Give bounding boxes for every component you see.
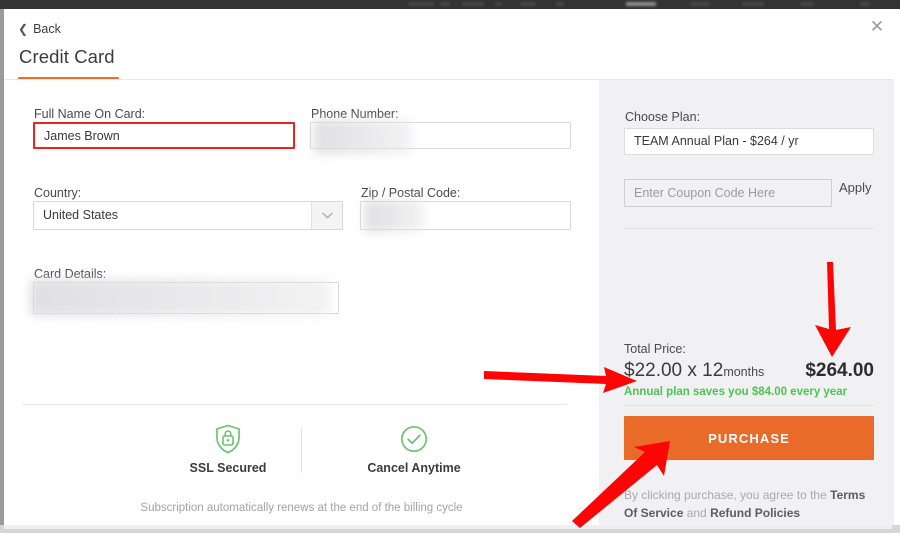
- country-select[interactable]: United States: [33, 201, 343, 230]
- country-select-value: United States: [43, 208, 119, 222]
- terms-prefix: By clicking purchase, you agree to the: [624, 488, 831, 502]
- choose-plan-label: Choose Plan:: [625, 110, 701, 124]
- full-name-label: Full Name On Card:: [34, 107, 146, 121]
- refund-policies-link[interactable]: Refund Policies: [710, 506, 800, 520]
- payment-form: Full Name On Card: James Brown Phone Num…: [4, 80, 599, 526]
- unit-price: $22.00 x 12months: [624, 360, 764, 382]
- unit-price-value: $22.00 x 12: [624, 360, 724, 381]
- renewal-note: Subscription automatically renews at the…: [140, 502, 463, 514]
- screen-root: ❮ Back Credit Card ✕ Full Name On Card: …: [0, 0, 900, 533]
- apply-coupon-button[interactable]: Apply: [839, 180, 872, 195]
- back-button[interactable]: ❮ Back: [18, 22, 61, 36]
- total-price-label: Total Price:: [624, 342, 686, 356]
- modal-bottom-edge: [0, 525, 900, 533]
- modal-header: ❮ Back Credit Card ✕: [4, 9, 900, 80]
- panel-divider-bottom: [624, 405, 874, 406]
- chevron-down-icon: [311, 202, 342, 229]
- close-icon[interactable]: ✕: [864, 14, 890, 40]
- check-circle-icon: [339, 422, 489, 456]
- terms-conjunction: and: [683, 506, 711, 520]
- chevron-left-icon: ❮: [18, 22, 29, 36]
- background-desktop-strip: [0, 0, 900, 9]
- badge-cancel-label: Cancel Anytime: [367, 461, 461, 475]
- trust-badges: SSL Secured Cancel Anytime: [22, 422, 570, 492]
- badge-cancel-anytime: Cancel Anytime: [339, 422, 489, 475]
- plan-select[interactable]: TEAM Annual Plan - $264 / yr: [624, 128, 874, 155]
- grand-total: $264.00: [805, 360, 874, 381]
- full-name-input[interactable]: James Brown: [33, 122, 295, 149]
- zip-input[interactable]: [360, 201, 571, 230]
- zip-label: Zip / Postal Code:: [361, 186, 461, 200]
- page-title: Credit Card: [19, 46, 115, 67]
- modal-right-edge: [894, 9, 900, 526]
- savings-note: Annual plan saves you $84.00 every year: [624, 386, 848, 398]
- terms-text: By clicking purchase, you agree to the T…: [624, 486, 880, 522]
- phone-number-input[interactable]: [310, 122, 571, 149]
- badge-ssl-secured: SSL Secured: [153, 422, 303, 475]
- coupon-input[interactable]: Enter Coupon Code Here: [624, 179, 832, 207]
- unit-price-period: months: [723, 365, 765, 379]
- form-divider: [22, 404, 567, 405]
- badge-separator: [301, 427, 302, 473]
- shield-lock-icon: [153, 422, 303, 456]
- checkout-modal: ❮ Back Credit Card ✕ Full Name On Card: …: [0, 9, 900, 526]
- card-details-input[interactable]: [33, 282, 339, 314]
- order-summary-panel: Choose Plan: TEAM Annual Plan - $264 / y…: [599, 80, 900, 526]
- back-label: Back: [33, 22, 61, 36]
- country-label: Country:: [34, 186, 82, 200]
- purchase-button[interactable]: PURCHASE: [624, 416, 874, 460]
- card-details-label: Card Details:: [34, 267, 107, 281]
- phone-number-label: Phone Number:: [311, 107, 399, 121]
- panel-divider-top: [624, 228, 874, 229]
- badge-ssl-label: SSL Secured: [189, 461, 267, 475]
